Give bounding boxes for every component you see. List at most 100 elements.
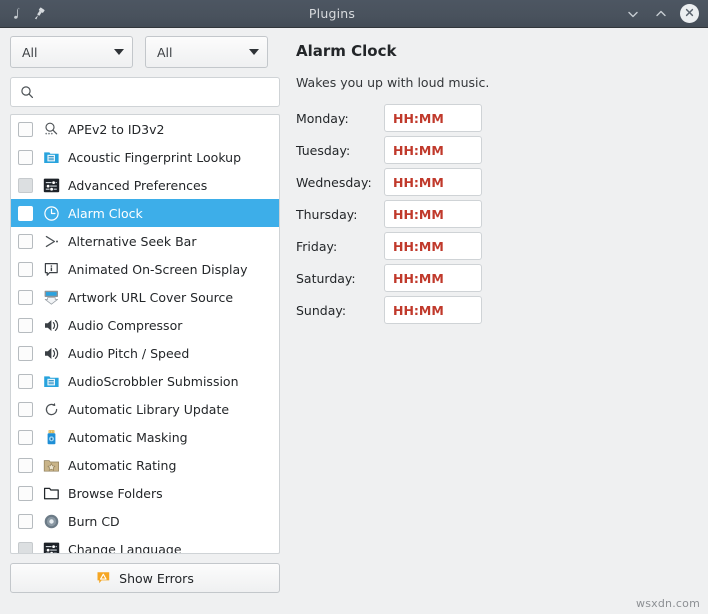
alarm-day-row: Thursday: <box>296 198 696 230</box>
refresh-icon <box>42 400 60 418</box>
music-note-icon <box>8 6 24 22</box>
show-errors-label: Show Errors <box>119 571 194 586</box>
alarm-day-row: Tuesday: <box>296 134 696 166</box>
plugin-enable-checkbox[interactable] <box>18 262 33 277</box>
plugin-enable-checkbox[interactable] <box>18 542 33 555</box>
plugin-list-item[interactable]: Acoustic Fingerprint Lookup <box>11 143 279 171</box>
plugin-list-item[interactable]: Change Language <box>11 535 279 554</box>
alarm-day-row: Saturday: <box>296 262 696 294</box>
plugin-enable-checkbox[interactable] <box>18 234 33 249</box>
alarm-schedule-fields: Monday: Tuesday: Wednesday: Thursday: Friday… <box>296 102 696 326</box>
magnifier-dots-icon <box>42 120 60 138</box>
plugin-enable-checkbox[interactable] <box>18 514 33 529</box>
alarm-time-tuesday[interactable] <box>384 136 482 164</box>
plugin-list-item[interactable]: Automatic Masking <box>11 423 279 451</box>
plugin-list-item[interactable]: Audio Compressor <box>11 311 279 339</box>
plugin-list[interactable]: APEv2 to ID3v2 Acoustic Fingerprint Looku… <box>10 114 280 554</box>
window-title: Plugins <box>40 6 624 21</box>
plugin-detail-pane: Alarm Clock Wakes you up with loud music… <box>292 28 708 614</box>
plugin-enable-checkbox[interactable] <box>18 122 33 137</box>
plugin-list-item[interactable]: Artwork URL Cover Source <box>11 283 279 311</box>
plugin-list-item[interactable]: Automatic Library Update <box>11 395 279 423</box>
show-errors-button[interactable]: Show Errors <box>10 563 280 593</box>
plugin-list-item-label: Acoustic Fingerprint Lookup <box>68 150 241 165</box>
close-button[interactable] <box>680 4 699 23</box>
filter-row: All All <box>10 36 280 68</box>
plugin-enable-checkbox[interactable] <box>18 374 33 389</box>
plugin-list-item-label: Audio Compressor <box>68 318 182 333</box>
alarm-day-label: Thursday: <box>296 207 384 222</box>
plugin-enable-checkbox[interactable] <box>18 486 33 501</box>
plugin-list-item-label: APEv2 to ID3v2 <box>68 122 164 137</box>
alarm-day-label: Sunday: <box>296 303 384 318</box>
alarm-time-monday[interactable] <box>384 104 482 132</box>
plugin-enable-checkbox[interactable] <box>18 430 33 445</box>
pin-icon[interactable] <box>31 6 47 22</box>
warning-bubble-icon <box>96 570 112 586</box>
speaker-icon <box>42 344 60 362</box>
plugin-list-item[interactable]: Burn CD <box>11 507 279 535</box>
cd-disc-icon <box>42 512 60 530</box>
plugin-enable-checkbox[interactable] <box>18 290 33 305</box>
plugin-list-item-label: Automatic Library Update <box>68 402 229 417</box>
plugin-list-item[interactable]: AudioScrobbler Submission <box>11 367 279 395</box>
search-icon <box>20 85 34 99</box>
plugin-status-filter[interactable]: All <box>145 36 268 68</box>
plugin-list-item-label: Alarm Clock <box>68 206 143 221</box>
speaker-icon <box>42 316 60 334</box>
plugin-list-item[interactable]: Browse Folders <box>11 479 279 507</box>
plugin-list-item-label: Automatic Rating <box>68 458 176 473</box>
plugin-list-item-label: Burn CD <box>68 514 120 529</box>
watermark: wsxdn.com <box>636 597 700 610</box>
plugin-enable-checkbox[interactable] <box>18 402 33 417</box>
plugin-description: Wakes you up with loud music. <box>296 75 696 90</box>
blue-folder-icon <box>42 148 60 166</box>
search-box[interactable] <box>10 77 280 107</box>
plugin-list-item[interactable]: Audio Pitch / Speed <box>11 339 279 367</box>
search-input[interactable] <box>41 84 271 101</box>
alarm-day-label: Tuesday: <box>296 143 384 158</box>
plugin-enable-checkbox[interactable] <box>18 206 33 221</box>
plugin-browser-pane: All All APEv2 to ID3v2 Acoustic Fingerpri… <box>0 28 290 614</box>
alarm-day-row: Friday: <box>296 230 696 262</box>
plugin-list-item-label: Alternative Seek Bar <box>68 234 196 249</box>
plugin-enable-checkbox[interactable] <box>18 150 33 165</box>
plugin-list-item[interactable]: Alarm Clock <box>11 199 279 227</box>
plugin-enable-checkbox[interactable] <box>18 458 33 473</box>
sliders-icon <box>42 540 60 554</box>
plugin-enable-checkbox[interactable] <box>18 318 33 333</box>
plugin-type-filter-value: All <box>22 45 114 60</box>
alarm-time-saturday[interactable] <box>384 264 482 292</box>
plugin-list-item-label: Audio Pitch / Speed <box>68 346 189 361</box>
alarm-day-label: Wednesday: <box>296 175 384 190</box>
plugin-type-filter[interactable]: All <box>10 36 133 68</box>
alarm-time-friday[interactable] <box>384 232 482 260</box>
usb-drive-icon <box>42 428 60 446</box>
plugin-list-item-label: Change Language <box>68 542 182 555</box>
minimize-button[interactable] <box>624 5 642 23</box>
plugin-list-item[interactable]: APEv2 to ID3v2 <box>11 115 279 143</box>
folder-outline-icon <box>42 484 60 502</box>
alarm-time-thursday[interactable] <box>384 200 482 228</box>
page-title: Alarm Clock <box>296 41 696 61</box>
plugin-list-item-label: Animated On-Screen Display <box>68 262 248 277</box>
plugin-list-item[interactable]: Animated On-Screen Display <box>11 255 279 283</box>
plugin-enable-checkbox[interactable] <box>18 346 33 361</box>
plugin-list-item-label: Artwork URL Cover Source <box>68 290 233 305</box>
blue-folder-icon <box>42 372 60 390</box>
alarm-time-wednesday[interactable] <box>384 168 482 196</box>
plugin-list-item[interactable]: Automatic Rating <box>11 451 279 479</box>
download-artwork-icon <box>42 288 60 306</box>
alarm-day-row: Wednesday: <box>296 166 696 198</box>
alarm-day-label: Friday: <box>296 239 384 254</box>
osd-info-icon <box>42 260 60 278</box>
plugin-list-item[interactable]: Advanced Preferences <box>11 171 279 199</box>
plugin-enable-checkbox[interactable] <box>18 178 33 193</box>
alarm-day-label: Saturday: <box>296 271 384 286</box>
maximize-button[interactable] <box>652 5 670 23</box>
seek-icon <box>42 232 60 250</box>
alarm-day-label: Monday: <box>296 111 384 126</box>
alarm-time-sunday[interactable] <box>384 296 482 324</box>
plugin-list-item[interactable]: Alternative Seek Bar <box>11 227 279 255</box>
sliders-icon <box>42 176 60 194</box>
